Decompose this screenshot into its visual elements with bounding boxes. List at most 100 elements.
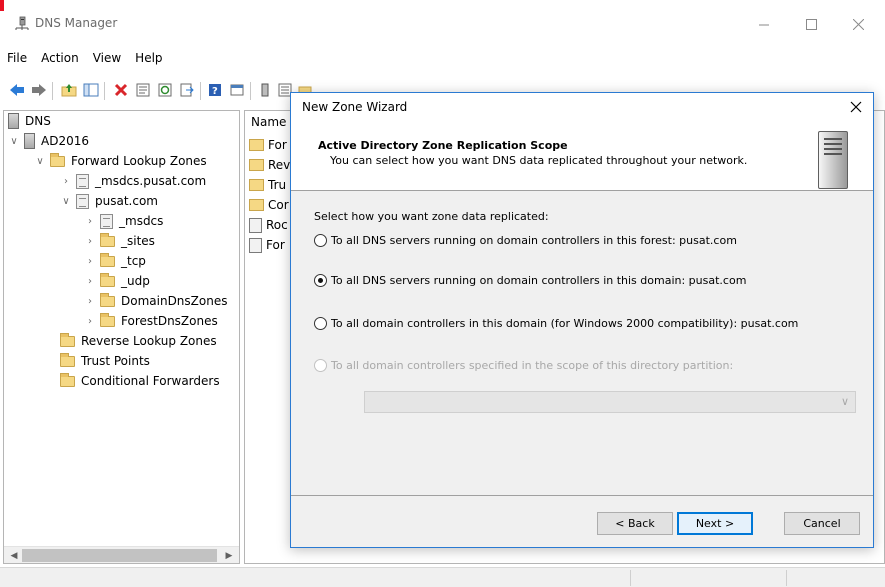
option-domain[interactable]: To all DNS servers running on domain con… [314,271,746,289]
server-icon [24,133,35,149]
menu-view[interactable]: View [86,48,128,70]
tree-item-forestdnszones[interactable]: › ForestDnsZones [84,311,218,331]
server-tool-icon[interactable] [256,81,274,99]
new-zone-wizard-dialog: New Zone Wizard Active Directory Zone Re… [290,92,874,548]
folder-icon [100,232,115,247]
close-icon [850,101,862,113]
menu-bar: File Action View Help [0,48,885,70]
chevron-right-icon[interactable]: › [84,276,96,287]
chevron-right-icon[interactable]: › [84,296,96,307]
folder-icon [50,152,65,167]
up-folder-icon[interactable] [60,81,78,99]
scroll-left-icon[interactable]: ◀ [6,548,22,563]
tree-item-dns[interactable]: DNS [8,111,51,131]
tree-item-forward-lookup-zones[interactable]: ∨ Forward Lookup Zones [34,151,207,171]
scroll-right-icon[interactable]: ▶ [221,548,237,563]
folder-icon [249,179,264,191]
dns-server-icon [8,113,19,129]
tree-item-conditional-forwarders[interactable]: Conditional Forwarders [60,371,220,391]
radio-button[interactable] [314,233,327,247]
option-directory-partition: To all domain controllers specified in t… [314,356,733,374]
chevron-right-icon[interactable]: › [84,216,96,227]
option-forest[interactable]: To all DNS servers running on domain con… [314,231,737,249]
option-label: To all DNS servers running on domain con… [331,273,747,287]
radio-button[interactable] [314,316,327,330]
minimize-button[interactable] [741,10,787,38]
app-title: DNS Manager [35,16,118,30]
dialog-title-bar: New Zone Wizard [291,93,873,121]
partition-dropdown: ∨ [364,391,856,413]
radio-button-disabled [314,358,327,372]
forward-icon[interactable] [30,81,48,99]
folder-icon [249,139,264,151]
list-item[interactable]: For [249,135,287,155]
svg-text:?: ? [212,86,218,97]
chevron-right-icon[interactable]: › [60,176,72,187]
dialog-title: New Zone Wizard [302,100,408,114]
zone-icon [76,173,89,189]
toolbar-separator [52,82,53,100]
back-icon[interactable] [8,81,26,99]
tree-item-msdcs-pusat-com[interactable]: › _msdcs.pusat.com [60,171,206,191]
wizard-header: Active Directory Zone Replication Scope … [291,121,873,191]
tree-item-reverse-lookup-zones[interactable]: Reverse Lookup Zones [60,331,217,351]
tree-label: AD2016 [41,134,89,148]
help-icon[interactable]: ? [206,81,224,99]
chevron-down-icon[interactable]: ∨ [60,196,72,207]
show-hide-tree-icon[interactable] [82,81,100,99]
option-label: To all domain controllers specified in t… [331,358,734,372]
export-list-icon[interactable] [178,81,196,99]
list-item[interactable]: Rev [249,155,290,175]
tree-item-udp[interactable]: › _udp [84,271,150,291]
tree-item-ad2016[interactable]: ∨ AD2016 [8,131,89,151]
close-button[interactable] [835,10,881,38]
menu-help[interactable]: Help [128,48,169,70]
chevron-right-icon[interactable]: › [84,316,96,327]
tree-item-msdcs[interactable]: › _msdcs [84,211,163,231]
tree-item-trust-points[interactable]: Trust Points [60,351,150,371]
tree-label: DomainDnsZones [121,294,228,308]
zone-icon [100,213,113,229]
back-button[interactable]: < Back [597,512,673,535]
list-item[interactable]: Cor [249,195,289,215]
list-item[interactable]: For [249,235,285,255]
tree-label: _udp [121,274,150,288]
tree-item-pusat-com[interactable]: ∨ pusat.com [60,191,158,211]
red-marker [0,0,4,11]
tree-item-tcp[interactable]: › _tcp [84,251,146,271]
tree-label: Conditional Forwarders [81,374,220,388]
folder-icon [249,199,264,211]
list-item[interactable]: Tru [249,175,286,195]
column-header-name[interactable]: Name [251,115,286,129]
footer-divider [291,495,873,496]
list-item-label: Cor [268,198,289,212]
next-button[interactable]: Next > [677,512,753,535]
menu-file[interactable]: File [0,48,34,70]
list-item-label: For [266,238,285,252]
delete-icon[interactable] [112,81,130,99]
folder-icon [60,372,75,387]
chevron-right-icon[interactable]: › [84,256,96,267]
maximize-button[interactable] [788,10,834,38]
folder-icon [100,272,115,287]
chevron-right-icon[interactable]: › [84,236,96,247]
list-item-label: Roc [266,218,288,232]
tree-label: DNS [25,114,51,128]
zone-icon [76,193,89,209]
dialog-close-button[interactable] [845,96,867,118]
tree-item-sites[interactable]: › _sites [84,231,155,251]
tree-item-domaindnszones[interactable]: › DomainDnsZones [84,291,227,311]
radio-button-selected[interactable] [314,273,327,287]
refresh-icon[interactable] [156,81,174,99]
chevron-down-icon[interactable]: ∨ [8,136,20,147]
properties-icon[interactable] [134,81,152,99]
scrollbar-thumb[interactable] [22,549,217,562]
chevron-down-icon[interactable]: ∨ [34,156,46,167]
horizontal-scrollbar[interactable]: ◀ ▶ [4,546,239,563]
menu-action[interactable]: Action [34,48,86,70]
option-windows-2000[interactable]: To all domain controllers in this domain… [314,314,798,332]
list-item[interactable]: Roc [249,215,288,235]
console-icon[interactable] [228,81,246,99]
cancel-button[interactable]: Cancel [784,512,860,535]
option-label: To all domain controllers in this domain… [331,316,799,330]
